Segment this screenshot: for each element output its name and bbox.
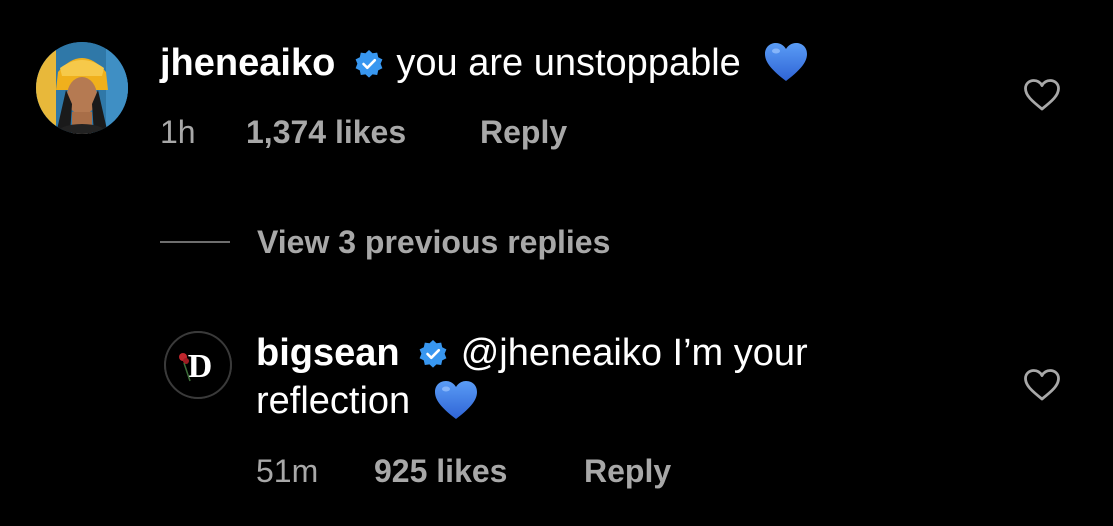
likes-count[interactable]: 1,374 likes	[246, 112, 406, 152]
comment-text-line-1: @jheneaiko I’m your	[460, 332, 808, 374]
heart-outline-icon[interactable]	[1023, 368, 1061, 402]
bigsean-avatar[interactable]: D	[164, 331, 232, 399]
comment-text: you are unstoppable	[396, 42, 741, 84]
profile-photo-avatar-icon	[36, 42, 128, 134]
heart-outline-icon[interactable]	[1023, 78, 1061, 112]
timestamp: 1h	[160, 114, 196, 150]
jheneaiko-avatar[interactable]	[36, 42, 128, 134]
reply-body-line-1: bigsean @jheneaiko I’m your	[256, 330, 808, 376]
reply-body-line-2: reflection	[256, 378, 479, 424]
reply-button[interactable]: Reply	[480, 112, 567, 152]
blue-heart-emoji-icon	[765, 43, 808, 81]
username[interactable]: jheneaiko	[160, 42, 335, 84]
reply-button[interactable]: Reply	[584, 451, 671, 491]
rose-d-logo-avatar-icon: D	[164, 331, 232, 399]
verified-badge-icon	[419, 340, 447, 368]
verified-badge-icon	[355, 50, 383, 78]
username[interactable]: bigsean	[256, 332, 400, 374]
timestamp: 51m	[256, 453, 319, 489]
comment-text-line-2: reflection	[256, 380, 411, 422]
svg-text:D: D	[188, 348, 213, 385]
blue-heart-emoji-icon	[434, 381, 477, 419]
view-replies-label: View 3 previous replies	[257, 224, 611, 260]
comment-body: jheneaiko you are unstoppable	[160, 40, 809, 86]
replies-divider-line	[160, 241, 230, 243]
likes-count[interactable]: 925 likes	[374, 451, 507, 491]
